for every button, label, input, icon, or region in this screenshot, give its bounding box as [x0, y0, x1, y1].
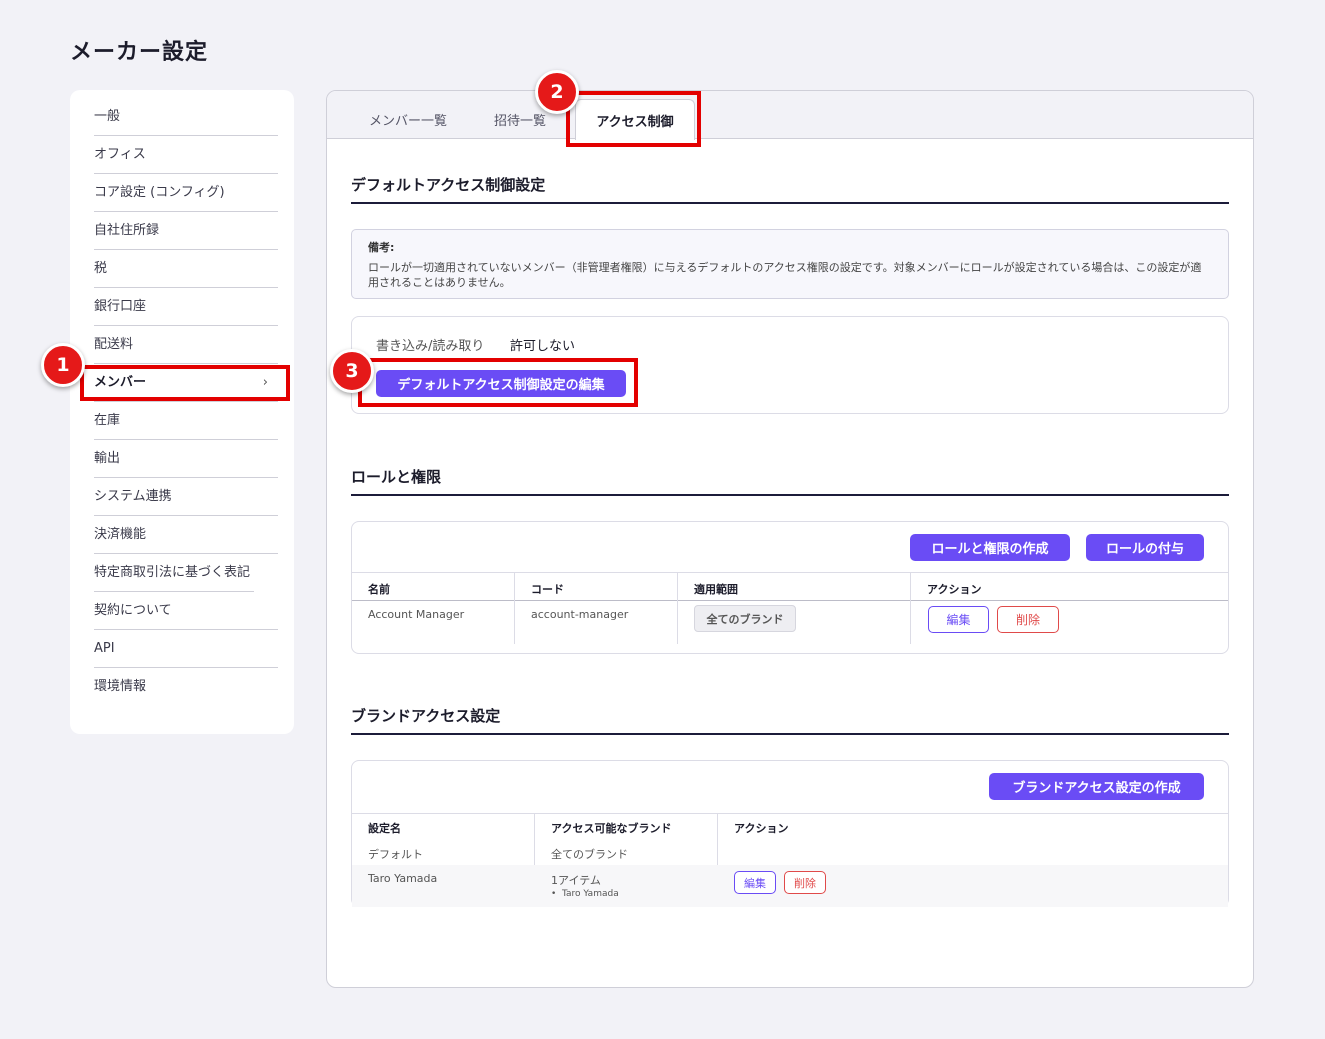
sidebar-item-label: 配送料 [94, 337, 134, 352]
column-divider [677, 572, 678, 644]
rw-label: 書き込み/読み取り [376, 339, 485, 354]
sidebar-item-bank-account[interactable]: 銀行口座 [94, 288, 278, 326]
setting-name-cell: デフォルト [368, 848, 423, 861]
column-header-name: 名前 [368, 583, 390, 596]
sidebar-item-general[interactable]: 一般 [94, 98, 278, 136]
note-label: 備考: [368, 241, 395, 254]
column-divider [910, 572, 911, 644]
roles-title: ロールと権限 [351, 468, 442, 486]
brands-cell: 全てのブランド [551, 848, 628, 861]
default-access-card: 書き込み/読み取り 許可しない デフォルトアクセス制御設定の編集 [351, 316, 1229, 414]
sidebar-item-label: コア設定 (コンフィグ) [94, 185, 225, 200]
sidebar-item-inventory[interactable]: 在庫 [94, 402, 278, 440]
chevron-right-icon: › [262, 375, 268, 390]
sidebar-item-label: 環境情報 [94, 679, 147, 694]
page-title: メーカー設定 [70, 40, 209, 65]
section-divider [351, 202, 1229, 204]
note-text: ロールが一切適用されていないメンバー（非管理者権限）に与えるデフォルトのアクセス… [368, 261, 1202, 289]
sidebar-item-label: 銀行口座 [94, 299, 147, 314]
sidebar-item-environment[interactable]: 環境情報 [94, 668, 278, 705]
roles-card: ロールと権限の作成 ロールの付与 名前 コード 適用範囲 アクション Accou… [351, 521, 1229, 654]
sidebar-item-label: メンバー [94, 375, 147, 390]
section-divider [351, 733, 1229, 735]
rw-value: 許可しない [510, 339, 576, 354]
sidebar-item-label: システム連携 [94, 489, 172, 504]
sidebar-item-label: 税 [94, 261, 108, 276]
step-marker-1: 1 [41, 343, 85, 387]
column-header-brands: アクセス可能なブランド [551, 822, 672, 835]
sidebar-item-tax[interactable]: 税 [94, 250, 278, 288]
edit-default-access-button[interactable]: デフォルトアクセス制御設定の編集 [376, 370, 626, 397]
role-code-cell: account-manager [531, 608, 629, 621]
column-header-code: コード [531, 583, 564, 596]
sidebar-item-system-integration[interactable]: システム連携 [94, 478, 278, 516]
role-name-cell: Account Manager [368, 608, 465, 621]
column-header-action: アクション [927, 583, 982, 596]
sidebar-item-api[interactable]: API [94, 630, 278, 668]
sidebar-item-label: 在庫 [94, 413, 121, 428]
tab-member-list[interactable]: メンバー一覧 [369, 110, 447, 129]
sidebar-item-label: 一般 [94, 109, 121, 124]
sidebar-item-label: 決済機能 [94, 527, 147, 542]
section-divider [351, 494, 1229, 496]
column-header-action: アクション [734, 822, 789, 835]
roles-table-header: 名前 コード 適用範囲 アクション [352, 572, 1228, 601]
main-panel: メンバー一覧 招待一覧 アクセス制御 デフォルトアクセス制御設定 備考: ロール… [326, 90, 1254, 988]
sidebar-item-label: オフィス [94, 147, 146, 162]
default-access-title: デフォルトアクセス制御設定 [351, 176, 546, 194]
create-brand-access-button[interactable]: ブランドアクセス設定の作成 [989, 773, 1204, 800]
brand-item: • Taro Yamada [551, 889, 619, 899]
brand-item-label: Taro Yamada [562, 889, 619, 899]
sidebar-item-core-config[interactable]: コア設定 (コンフィグ) [94, 174, 278, 212]
sidebar-item-label: API [94, 641, 115, 656]
sidebar-item-office[interactable]: オフィス [94, 136, 278, 174]
step-marker-3: 3 [330, 349, 374, 393]
tab-access-control[interactable]: アクセス制御 [575, 99, 695, 140]
brands-cell: 1アイテム [551, 874, 601, 887]
sidebar-item-label: 輸出 [94, 451, 121, 466]
column-header-scope: 適用範囲 [694, 583, 738, 596]
brand-table-header [352, 813, 1228, 814]
create-role-button[interactable]: ロールと権限の作成 [910, 534, 1070, 561]
tab-invitation-list[interactable]: 招待一覧 [494, 110, 546, 129]
edit-brand-access-button[interactable]: 編集 [734, 871, 776, 894]
sidebar-item-export[interactable]: 輸出 [94, 440, 278, 478]
step-marker-2: 2 [535, 70, 579, 114]
sidebar-item-address-book[interactable]: 自社住所録 [94, 212, 278, 250]
edit-role-button[interactable]: 編集 [928, 606, 989, 633]
tab-bar: メンバー一覧 招待一覧 アクセス制御 [327, 91, 1253, 140]
sidebar-item-label: 自社住所録 [94, 223, 160, 238]
assign-role-button[interactable]: ロールの付与 [1086, 534, 1204, 561]
sidebar-item-contract[interactable]: 契約について [94, 592, 278, 630]
sidebar-item-shipping-fee[interactable]: 配送料 [94, 326, 278, 364]
sidebar-item-commercial-law[interactable]: 特定商取引法に基づく表記 [94, 554, 254, 592]
note-box: 備考: ロールが一切適用されていないメンバー（非管理者権限）に与えるデフォルトの… [351, 229, 1229, 299]
brand-access-card: ブランドアクセス設定の作成 設定名 アクセス可能なブランド アクション デフォル… [351, 760, 1229, 907]
delete-brand-access-button[interactable]: 削除 [784, 871, 826, 894]
table-row: Taro Yamada 1アイテム • Taro Yamada 編集 削除 [352, 865, 1228, 907]
column-header-setting-name: 設定名 [368, 822, 401, 835]
brand-access-title: ブランドアクセス設定 [351, 707, 501, 725]
sidebar-item-label: 契約について [94, 603, 172, 618]
sidebar-item-payment[interactable]: 決済機能 [94, 516, 278, 554]
sidebar-item-members[interactable]: メンバー › [94, 364, 278, 402]
setting-name-cell: Taro Yamada [368, 872, 438, 885]
column-divider [514, 572, 515, 644]
sidebar-nav: 一般 オフィス コア設定 (コンフィグ) 自社住所録 税 銀行口座 配送料 メン… [70, 90, 294, 734]
scope-chip: 全てのブランド [694, 605, 796, 632]
sidebar-item-label: 特定商取引法に基づく表記 [94, 565, 251, 580]
delete-role-button[interactable]: 削除 [997, 606, 1059, 633]
